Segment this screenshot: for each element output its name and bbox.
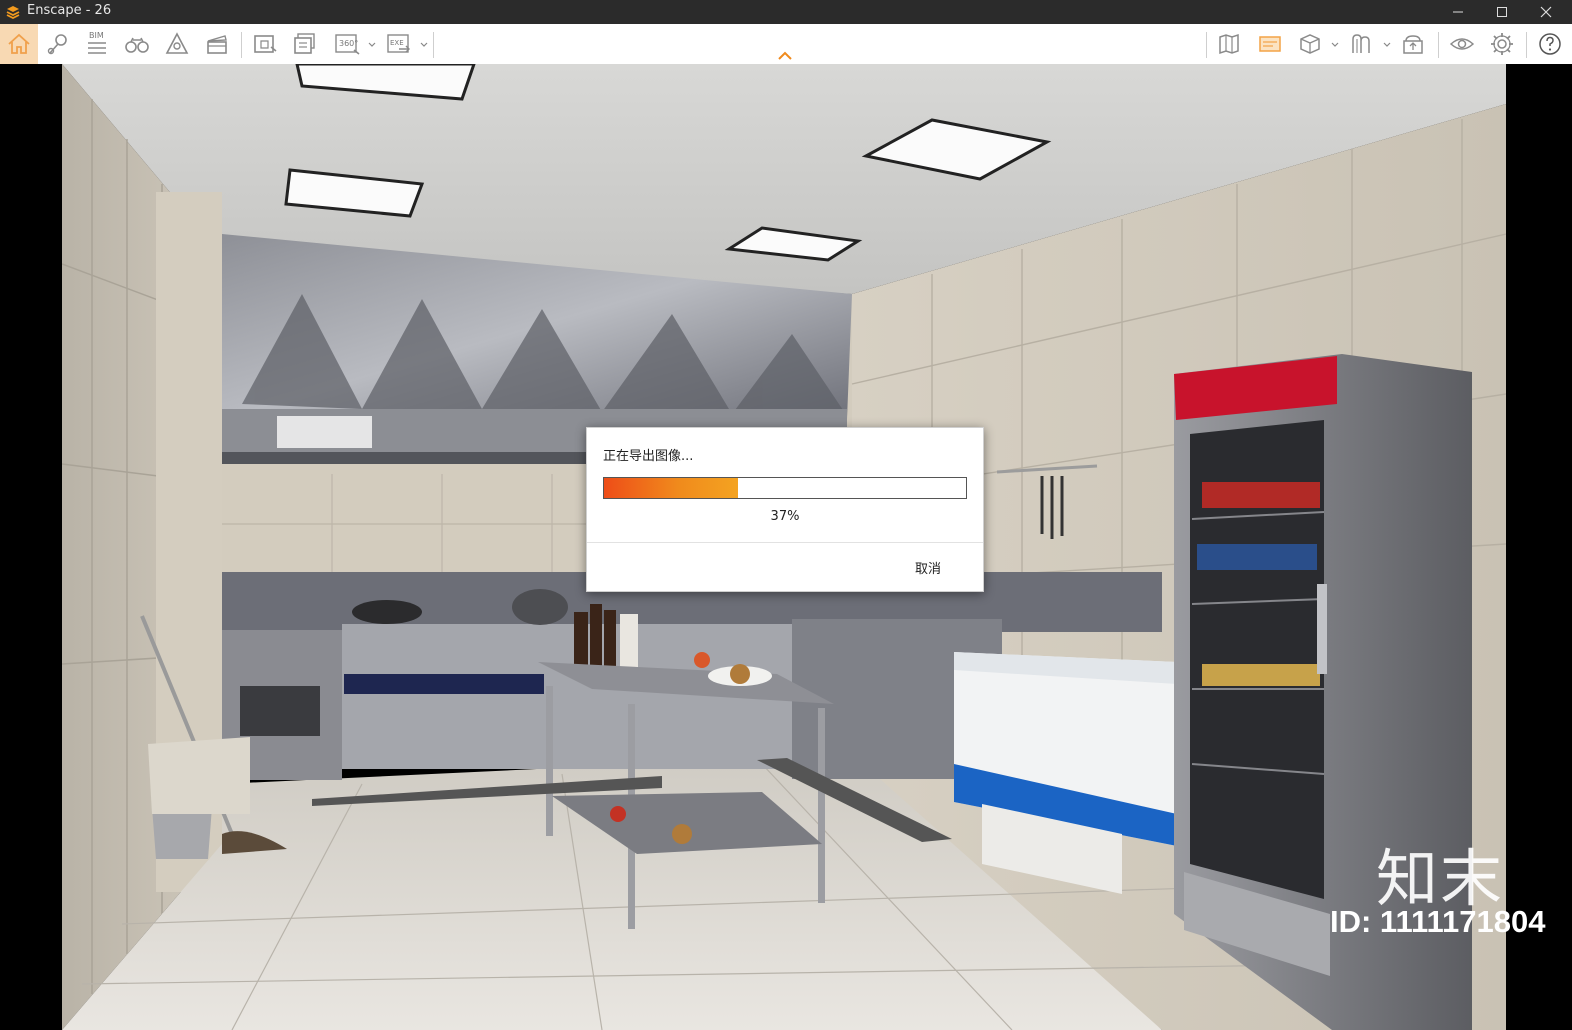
svg-text:EXE: EXE <box>390 39 404 47</box>
export-exe-icon: EXE <box>387 34 410 53</box>
toolbar-divider <box>433 32 434 58</box>
toolbar-divider <box>1206 32 1207 58</box>
binoculars-icon <box>125 37 149 53</box>
visual-settings-button[interactable] <box>158 24 196 64</box>
help-button[interactable] <box>1531 24 1569 64</box>
maximize-button[interactable] <box>1480 0 1524 24</box>
chevron-down-icon[interactable] <box>1331 41 1339 49</box>
home-button[interactable] <box>0 24 38 64</box>
export-progress-bar <box>603 477 967 499</box>
watermark-id: ID: 1111171804 <box>1330 904 1546 939</box>
window-title: Enscape - 26 <box>27 3 112 18</box>
asset-library-icon <box>1300 34 1320 54</box>
svg-text:BIM: BIM <box>89 31 104 40</box>
render-viewport[interactable]: 正在导出图像... 37% 取消 知末 ID: 1111171804 <box>0 64 1572 1030</box>
toolbar-divider <box>1438 32 1439 58</box>
chevron-down-icon[interactable] <box>420 41 428 49</box>
cancel-button[interactable]: 取消 <box>915 558 941 577</box>
video-editor-icon <box>207 35 227 54</box>
location-pin-icon <box>47 34 67 55</box>
screenshot-button[interactable] <box>246 24 284 64</box>
minimize-icon <box>1453 11 1463 13</box>
views-button[interactable] <box>38 24 76 64</box>
binoculars-button[interactable] <box>118 24 156 64</box>
view-button[interactable] <box>1443 24 1481 64</box>
enscape-logo-icon <box>6 6 20 20</box>
bim-button[interactable]: BIM <box>78 24 116 64</box>
panorama-button[interactable]: 360° <box>328 24 366 64</box>
toolbar-divider <box>1526 32 1527 58</box>
progress-percent-label: 37% <box>770 509 800 524</box>
upload-button[interactable] <box>1394 24 1432 64</box>
material-icon <box>1352 34 1370 53</box>
svg-text:360°: 360° <box>339 39 358 48</box>
home-icon <box>8 33 30 54</box>
minimize-button[interactable] <box>1436 0 1480 24</box>
visual-settings-icon <box>165 32 189 54</box>
bim-icon: BIM <box>88 31 106 54</box>
batch-render-icon <box>294 33 315 54</box>
map-icon <box>1219 33 1239 55</box>
upload-icon <box>1403 35 1423 54</box>
material-button[interactable] <box>1342 24 1380 64</box>
close-button[interactable] <box>1524 0 1568 24</box>
export-image-dialog: 正在导出图像... 37% 取消 <box>586 427 984 592</box>
progress-bar-fill <box>604 478 738 498</box>
view-icon <box>1449 38 1475 50</box>
video-editor-button[interactable] <box>198 24 236 64</box>
toolbar-divider <box>241 32 242 58</box>
screenshot-icon <box>254 35 277 53</box>
collapse-toolbar-chevron-icon[interactable] <box>776 50 794 62</box>
render-settings-icon <box>1259 36 1281 52</box>
chevron-down-icon[interactable] <box>1383 41 1391 49</box>
settings-button[interactable] <box>1483 24 1521 64</box>
help-icon <box>1539 33 1561 55</box>
render-settings-button[interactable] <box>1251 24 1289 64</box>
map-button[interactable] <box>1211 24 1249 64</box>
panorama-360-icon: 360° <box>335 34 360 55</box>
maximize-icon <box>1497 7 1507 17</box>
settings-icon <box>1491 33 1513 55</box>
close-icon <box>1540 6 1552 18</box>
title-bar: Enscape - 26 <box>0 0 1572 24</box>
chevron-down-icon[interactable] <box>368 41 376 49</box>
dialog-title: 正在导出图像... <box>603 449 694 464</box>
dialog-divider <box>587 542 983 543</box>
batch-render-button[interactable] <box>286 24 324 64</box>
toolbar: BIM 360° EXE <box>0 24 1572 65</box>
asset-library-button[interactable] <box>1291 24 1329 64</box>
export-exe-button[interactable]: EXE <box>380 24 418 64</box>
